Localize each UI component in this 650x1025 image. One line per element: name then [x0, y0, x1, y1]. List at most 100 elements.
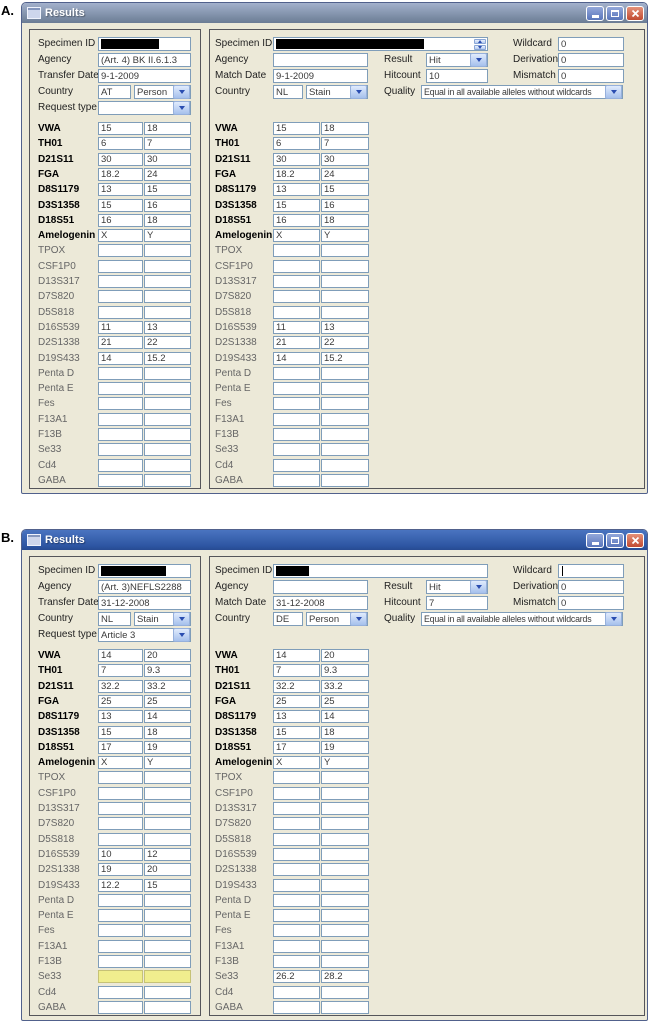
allele-field-2[interactable] — [144, 428, 191, 441]
allele-field-1[interactable]: 16 — [98, 213, 143, 227]
close-button[interactable] — [626, 532, 644, 548]
agency-field[interactable]: (Art. 3)NEFLS2288 — [98, 580, 191, 594]
transfer-date-field[interactable]: 9-1-2009 — [98, 69, 191, 83]
allele-field-1[interactable] — [273, 428, 320, 441]
allele-field-1[interactable] — [98, 1000, 143, 1014]
allele-field-1[interactable]: 30 — [273, 152, 320, 166]
allele-field-1[interactable]: 25 — [273, 694, 320, 708]
allele-field-1[interactable] — [98, 397, 143, 411]
allele-field-1[interactable]: 21 — [273, 336, 320, 350]
allele-field-1[interactable]: 21 — [98, 336, 143, 350]
specimen-id-field[interactable] — [98, 37, 191, 51]
allele-field-1[interactable]: X — [98, 229, 143, 243]
allele-field-1[interactable] — [98, 786, 143, 800]
allele-field-2[interactable] — [321, 244, 369, 258]
allele-field-2[interactable] — [321, 259, 369, 273]
allele-field-1[interactable] — [98, 893, 143, 907]
allele-field-2[interactable]: 20 — [144, 863, 191, 877]
allele-field-2[interactable]: 20 — [321, 649, 369, 662]
allele-field-1[interactable]: 13 — [273, 183, 320, 197]
allele-field-2[interactable] — [144, 817, 191, 831]
allele-field-1[interactable]: X — [273, 229, 320, 243]
allele-field-2[interactable] — [321, 458, 369, 472]
allele-field-1[interactable]: 26.2 — [273, 970, 320, 984]
allele-field-2[interactable] — [321, 366, 369, 380]
allele-field-2[interactable]: 12 — [144, 847, 191, 861]
allele-field-1[interactable] — [273, 366, 320, 380]
allele-field-2[interactable] — [144, 259, 191, 273]
allele-field-2[interactable] — [144, 473, 191, 487]
agency-field[interactable]: (Art. 4) BK II.6.1.3 — [98, 53, 191, 67]
allele-field-2[interactable] — [144, 909, 191, 923]
allele-field-1[interactable] — [98, 305, 143, 319]
allele-field-1[interactable]: 15 — [98, 198, 143, 212]
allele-field-1[interactable] — [98, 428, 143, 441]
allele-field-2[interactable]: 25 — [321, 694, 369, 708]
allele-field-1[interactable] — [98, 290, 143, 304]
allele-field-2[interactable]: Y — [144, 756, 191, 770]
allele-field-2[interactable]: 22 — [144, 336, 191, 350]
allele-field-2[interactable] — [321, 817, 369, 831]
allele-field-2[interactable] — [144, 443, 191, 457]
hitcount-field[interactable]: 10 — [426, 69, 488, 83]
specimen-type-select[interactable]: Stain — [134, 612, 191, 626]
allele-field-1[interactable]: 15 — [98, 122, 143, 135]
specimen-id-field[interactable] — [273, 37, 488, 51]
allele-field-1[interactable]: 14 — [98, 351, 143, 365]
allele-field-1[interactable]: 17 — [98, 740, 143, 754]
allele-field-1[interactable]: 11 — [98, 320, 143, 334]
allele-field-2[interactable]: 15 — [321, 183, 369, 197]
quality-select[interactable]: Equal in all available alleles without w… — [421, 85, 623, 99]
country-code-field[interactable]: NL — [98, 612, 131, 626]
allele-field-2[interactable] — [321, 924, 369, 938]
allele-field-2[interactable]: Y — [321, 756, 369, 770]
allele-field-1[interactable]: 25 — [98, 694, 143, 708]
allele-field-2[interactable] — [321, 863, 369, 877]
allele-field-1[interactable] — [273, 244, 320, 258]
allele-field-2[interactable] — [144, 305, 191, 319]
allele-field-2[interactable] — [144, 771, 191, 785]
specimen-id-field[interactable] — [273, 564, 488, 578]
allele-field-2[interactable]: 15.2 — [144, 351, 191, 365]
allele-field-1[interactable]: 19 — [98, 863, 143, 877]
allele-field-2[interactable]: 18 — [144, 122, 191, 135]
allele-field-2[interactable]: 15.2 — [321, 351, 369, 365]
allele-field-1[interactable] — [273, 909, 320, 923]
allele-field-1[interactable]: 7 — [98, 664, 143, 678]
country-code-field[interactable]: AT — [98, 85, 131, 99]
allele-field-1[interactable] — [273, 847, 320, 861]
wildcard-field[interactable] — [558, 564, 624, 578]
agency-field[interactable] — [273, 580, 368, 594]
allele-field-2[interactable] — [144, 955, 191, 968]
allele-field-2[interactable]: 15 — [144, 878, 191, 892]
country-code-field[interactable]: DE — [273, 612, 303, 626]
allele-field-2[interactable] — [321, 832, 369, 846]
allele-field-1[interactable]: 15 — [98, 725, 143, 739]
allele-field-1[interactable] — [98, 458, 143, 472]
allele-field-2[interactable]: 16 — [321, 198, 369, 212]
allele-field-1[interactable]: X — [98, 756, 143, 770]
allele-field-1[interactable]: 15 — [273, 198, 320, 212]
country-code-field[interactable]: NL — [273, 85, 303, 99]
allele-field-2[interactable] — [144, 458, 191, 472]
allele-field-2[interactable]: 30 — [144, 152, 191, 166]
result-select[interactable]: Hit — [426, 53, 488, 67]
allele-field-2[interactable] — [321, 290, 369, 304]
mismatch-field[interactable]: 0 — [558, 69, 624, 83]
allele-field-2[interactable] — [144, 832, 191, 846]
allele-field-2[interactable] — [321, 985, 369, 999]
allele-field-1[interactable]: 13 — [98, 183, 143, 197]
allele-field-1[interactable] — [98, 924, 143, 938]
allele-field-2[interactable]: 20 — [144, 649, 191, 662]
allele-field-2[interactable]: 13 — [144, 320, 191, 334]
allele-field-1[interactable] — [273, 1000, 320, 1014]
allele-field-1[interactable] — [98, 259, 143, 273]
allele-field-2[interactable] — [144, 366, 191, 380]
result-select[interactable]: Hit — [426, 580, 488, 594]
allele-field-2[interactable] — [144, 802, 191, 815]
minimize-button[interactable] — [586, 532, 604, 548]
allele-field-1[interactable]: 13 — [98, 710, 143, 724]
allele-field-1[interactable]: 32.2 — [98, 679, 143, 693]
allele-field-2[interactable] — [144, 244, 191, 258]
specimen-type-select[interactable]: Stain — [306, 85, 368, 99]
